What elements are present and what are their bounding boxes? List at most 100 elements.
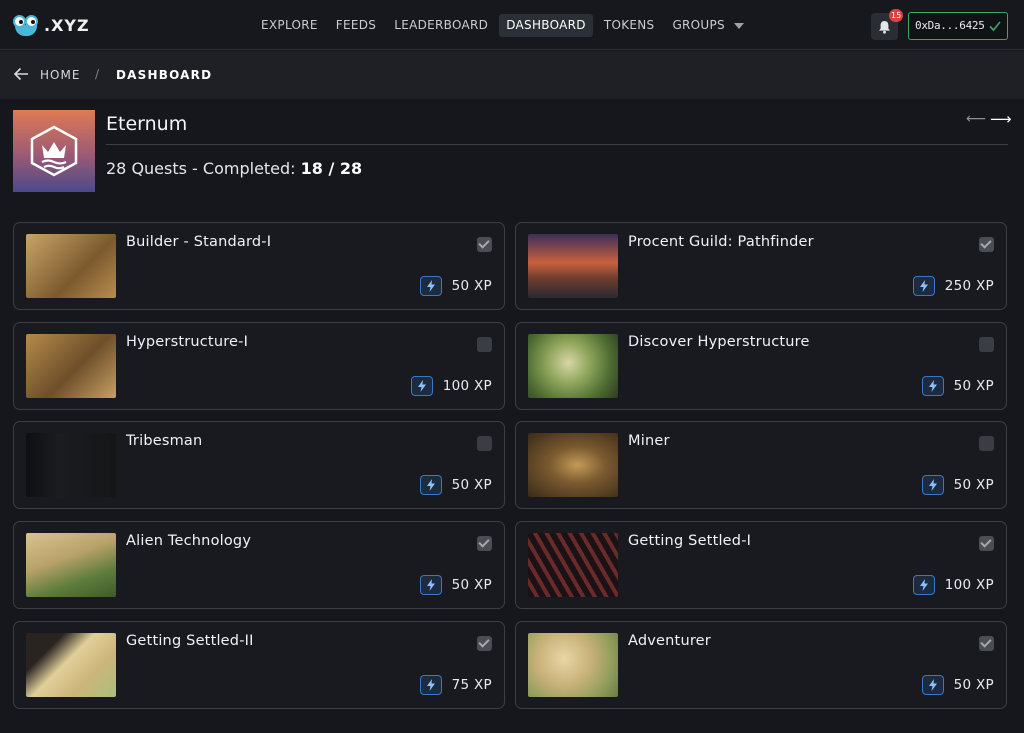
xp-reward: 100 XP — [410, 376, 492, 396]
quest-thumbnail — [528, 433, 618, 497]
xp-reward: 50 XP — [419, 575, 492, 595]
lightning-icon — [419, 575, 442, 595]
lightning-icon — [921, 675, 944, 695]
progress-slash: / — [322, 159, 340, 178]
xp-reward: 50 XP — [419, 475, 492, 495]
xp-value: 100 XP — [442, 378, 492, 394]
wallet-button[interactable]: 0xDa...6425 — [908, 12, 1008, 40]
logo-text: .XYZ — [44, 15, 90, 35]
crown-emblem-icon — [30, 125, 78, 177]
breadcrumb-separator: / — [95, 67, 100, 81]
quest-checkbox[interactable] — [477, 436, 492, 451]
wallet-address: 0xDa...6425 — [915, 19, 985, 32]
xp-value: 50 XP — [451, 477, 492, 493]
nav-leaderboard[interactable]: LEADERBOARD — [387, 14, 495, 37]
completed-count: 18 — [300, 159, 323, 178]
xp-value: 50 XP — [953, 378, 994, 394]
nav-tokens[interactable]: TOKENS — [597, 14, 662, 37]
breadcrumb-current: DASHBOARD — [116, 68, 213, 82]
xp-value: 100 XP — [944, 577, 994, 593]
quest-checkbox[interactable] — [477, 237, 492, 252]
nav-feeds[interactable]: FEEDS — [329, 14, 383, 37]
quest-checkbox[interactable] — [979, 337, 994, 352]
quest-card-procent-guild-pathfinder[interactable]: Procent Guild: Pathfinder 250 XP — [515, 222, 1007, 310]
xp-reward: 100 XP — [912, 575, 994, 595]
quest-thumbnail — [26, 433, 116, 497]
quest-title: Adventurer — [628, 633, 711, 649]
prev-arrow-icon[interactable]: ⟵ — [966, 111, 986, 127]
divider — [106, 144, 1008, 145]
quest-title: Getting Settled-I — [628, 533, 752, 549]
nav-explore[interactable]: EXPLORE — [254, 14, 325, 37]
xp-reward: 50 XP — [921, 475, 994, 495]
breadcrumb-home-link[interactable]: HOME — [40, 68, 80, 82]
chevron-down-icon — [733, 22, 744, 29]
quest-checkbox[interactable] — [979, 436, 994, 451]
quest-thumbnail — [26, 533, 116, 597]
game-title: Eternum — [106, 113, 188, 135]
quest-checkbox[interactable] — [979, 536, 994, 551]
logo-mascot-icon — [12, 13, 40, 37]
lightning-icon — [912, 276, 935, 296]
check-icon — [989, 21, 1001, 32]
xp-reward: 50 XP — [921, 675, 994, 695]
next-arrow-icon[interactable]: ⟶ — [990, 110, 1012, 128]
quest-title: Discover Hyperstructure — [628, 334, 810, 350]
quest-thumbnail — [26, 334, 116, 398]
lightning-icon — [410, 376, 433, 396]
quest-thumbnail — [26, 633, 116, 697]
quest-card-miner[interactable]: Miner 50 XP — [515, 421, 1007, 509]
notification-count-badge: 15 — [889, 9, 904, 22]
logo[interactable]: .XYZ — [12, 13, 90, 37]
nav-groups-label: GROUPS — [672, 18, 725, 32]
xp-reward: 50 XP — [921, 376, 994, 396]
quest-thumbnail — [26, 234, 116, 298]
quest-card-hyperstructure-i[interactable]: Hyperstructure-I 100 XP — [13, 322, 505, 410]
quest-title: Builder - Standard-I — [126, 234, 272, 250]
quest-card-getting-settled-i[interactable]: Getting Settled-I 100 XP — [515, 521, 1007, 609]
quest-progress-label: 28 Quests - Completed: — [106, 159, 301, 178]
quest-title: Tribesman — [126, 433, 203, 449]
quest-title: Alien Technology — [126, 533, 252, 549]
game-logo — [13, 110, 95, 192]
main-nav: EXPLORE FEEDS LEADERBOARD DASHBOARD TOKE… — [254, 14, 755, 37]
top-navbar: .XYZ EXPLORE FEEDS LEADERBOARD DASHBOARD… — [0, 0, 1024, 50]
breadcrumb: HOME / DASHBOARD — [0, 51, 1024, 99]
lightning-icon — [419, 475, 442, 495]
quest-checkbox[interactable] — [979, 237, 994, 252]
quest-card-getting-settled-ii[interactable]: Getting Settled-II 75 XP — [13, 621, 505, 709]
quest-checkbox[interactable] — [979, 636, 994, 651]
nav-dashboard[interactable]: DASHBOARD — [499, 14, 593, 37]
lightning-icon — [419, 276, 442, 296]
quest-card-tribesman[interactable]: Tribesman 50 XP — [13, 421, 505, 509]
back-arrow-icon[interactable] — [13, 67, 29, 81]
quest-checkbox[interactable] — [477, 536, 492, 551]
quest-card-adventurer[interactable]: Adventurer 50 XP — [515, 621, 1007, 709]
quest-card-alien-technology[interactable]: Alien Technology 50 XP — [13, 521, 505, 609]
total-count: 28 — [339, 159, 363, 178]
quest-thumbnail — [528, 533, 618, 597]
lightning-icon — [912, 575, 935, 595]
lightning-icon — [921, 475, 944, 495]
nav-groups[interactable]: GROUPS — [665, 14, 751, 37]
quest-card-builder-standard-i[interactable]: Builder - Standard-I 50 XP — [13, 222, 505, 310]
quest-progress: 28 Quests - Completed: 18 / 28 — [106, 159, 362, 178]
xp-reward: 50 XP — [419, 276, 492, 296]
quest-title: Procent Guild: Pathfinder — [628, 234, 814, 250]
xp-value: 50 XP — [953, 477, 994, 493]
quest-thumbnail — [528, 334, 618, 398]
bell-icon — [879, 20, 890, 34]
quest-thumbnail — [528, 234, 618, 298]
lightning-icon — [419, 675, 442, 695]
xp-value: 250 XP — [944, 278, 994, 294]
quest-thumbnail — [528, 633, 618, 697]
quest-checkbox[interactable] — [477, 636, 492, 651]
quest-checkbox[interactable] — [477, 337, 492, 352]
lightning-icon — [921, 376, 944, 396]
xp-value: 75 XP — [451, 677, 492, 693]
xp-reward: 250 XP — [912, 276, 994, 296]
xp-value: 50 XP — [953, 677, 994, 693]
quest-card-discover-hyperstructure[interactable]: Discover Hyperstructure 50 XP — [515, 322, 1007, 410]
quest-title: Getting Settled-II — [126, 633, 254, 649]
xp-value: 50 XP — [451, 278, 492, 294]
